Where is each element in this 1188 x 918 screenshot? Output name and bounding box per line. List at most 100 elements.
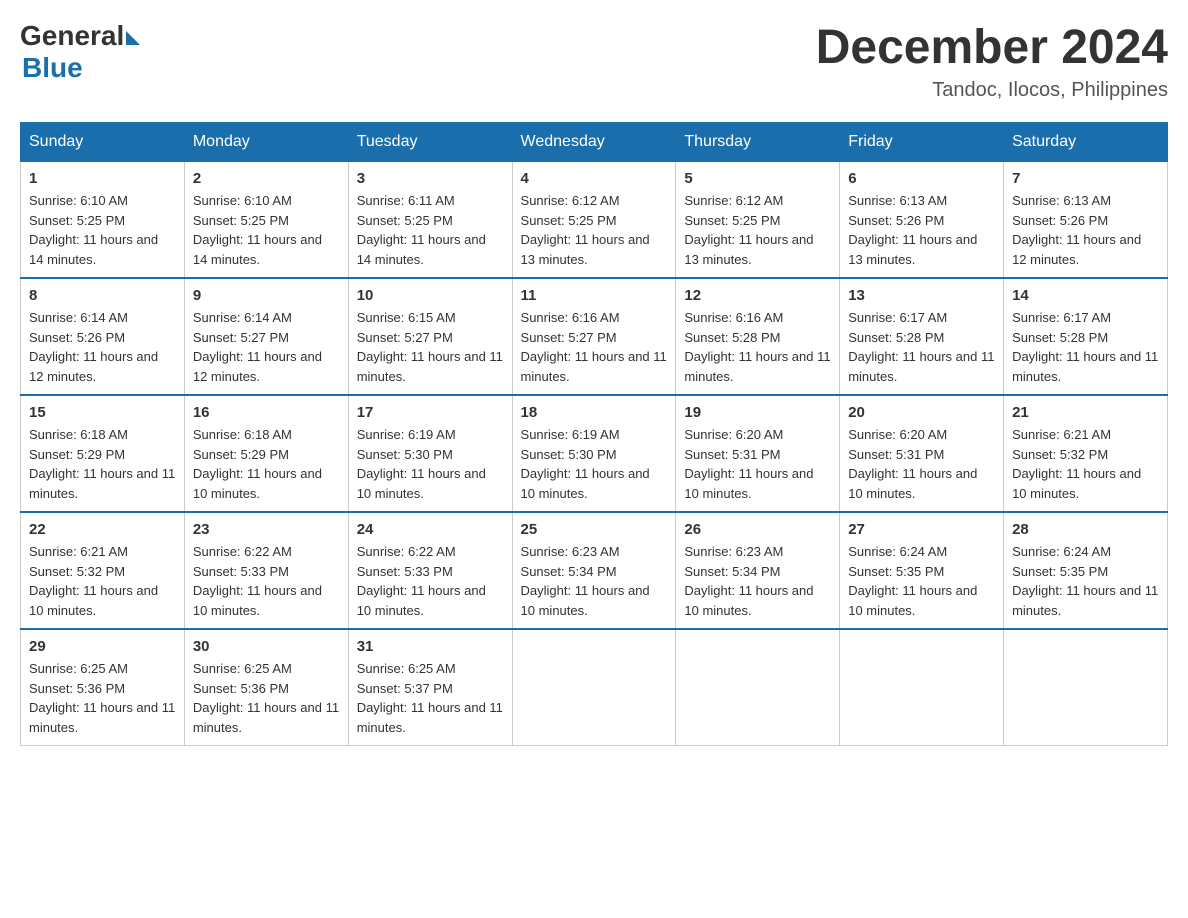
logo-general-text: General bbox=[20, 20, 124, 52]
calendar-day-cell: 23 Sunrise: 6:22 AMSunset: 5:33 PMDayligh… bbox=[184, 512, 348, 629]
calendar-day-cell: 29 Sunrise: 6:25 AMSunset: 5:36 PMDayligh… bbox=[21, 629, 185, 746]
day-number: 23 bbox=[193, 521, 340, 538]
calendar-day-cell: 17Sunrise: 6:19 AMSunset: 5:30 PMDayligh… bbox=[348, 395, 512, 512]
day-info: Sunrise: 6:19 AMSunset: 5:30 PMDaylight:… bbox=[521, 425, 668, 503]
logo-triangle-icon bbox=[126, 31, 140, 45]
day-info: Sunrise: 6:16 AMSunset: 5:27 PMDaylight:… bbox=[521, 308, 668, 386]
day-info: Sunrise: 6:17 AMSunset: 5:28 PMDaylight:… bbox=[848, 308, 995, 386]
calendar-table: SundayMondayTuesdayWednesdayThursdayFrid… bbox=[20, 122, 1168, 746]
calendar-week-row: 15Sunrise: 6:18 AMSunset: 5:29 PMDayligh… bbox=[21, 395, 1168, 512]
day-info: Sunrise: 6:14 AMSunset: 5:26 PMDaylight:… bbox=[29, 308, 176, 386]
day-number: 14 bbox=[1012, 287, 1159, 304]
day-number: 11 bbox=[521, 287, 668, 304]
calendar-day-cell: 19 Sunrise: 6:20 AMSunset: 5:31 PMDayligh… bbox=[676, 395, 840, 512]
day-info: Sunrise: 6:11 AMSunset: 5:25 PMDaylight:… bbox=[357, 191, 504, 269]
logo-blue-text: Blue bbox=[22, 52, 83, 84]
day-number: 24 bbox=[357, 521, 504, 538]
day-number: 8 bbox=[29, 287, 176, 304]
calendar-day-cell: 6 Sunrise: 6:13 AMSunset: 5:26 PMDaylight… bbox=[840, 162, 1004, 279]
calendar-week-row: 8 Sunrise: 6:14 AMSunset: 5:26 PMDaylight… bbox=[21, 278, 1168, 395]
day-number: 21 bbox=[1012, 404, 1159, 421]
calendar-day-cell: 16 Sunrise: 6:18 AMSunset: 5:29 PMDayligh… bbox=[184, 395, 348, 512]
calendar-day-header: Sunday bbox=[21, 123, 185, 162]
logo: General Blue bbox=[20, 20, 140, 84]
calendar-day-cell: 14 Sunrise: 6:17 AMSunset: 5:28 PMDayligh… bbox=[1004, 278, 1168, 395]
calendar-header-row: SundayMondayTuesdayWednesdayThursdayFrid… bbox=[21, 123, 1168, 162]
day-number: 28 bbox=[1012, 521, 1159, 538]
day-info: Sunrise: 6:10 AMSunset: 5:25 PMDaylight:… bbox=[29, 191, 176, 269]
day-info: Sunrise: 6:13 AMSunset: 5:26 PMDaylight:… bbox=[848, 191, 995, 269]
day-number: 3 bbox=[357, 170, 504, 187]
day-info: Sunrise: 6:16 AMSunset: 5:28 PMDaylight:… bbox=[684, 308, 831, 386]
day-info: Sunrise: 6:13 AMSunset: 5:26 PMDaylight:… bbox=[1012, 191, 1159, 269]
calendar-day-header: Thursday bbox=[676, 123, 840, 162]
day-number: 18 bbox=[521, 404, 668, 421]
day-info: Sunrise: 6:12 AMSunset: 5:25 PMDaylight:… bbox=[684, 191, 831, 269]
calendar-day-cell bbox=[512, 629, 676, 746]
title-section: December 2024 Tandoc, Ilocos, Philippine… bbox=[816, 20, 1168, 102]
day-number: 7 bbox=[1012, 170, 1159, 187]
day-number: 27 bbox=[848, 521, 995, 538]
day-info: Sunrise: 6:15 AMSunset: 5:27 PMDaylight:… bbox=[357, 308, 504, 386]
calendar-day-cell bbox=[840, 629, 1004, 746]
month-year-title: December 2024 bbox=[816, 20, 1168, 75]
calendar-day-cell: 26 Sunrise: 6:23 AMSunset: 5:34 PMDayligh… bbox=[676, 512, 840, 629]
calendar-day-cell: 1Sunrise: 6:10 AMSunset: 5:25 PMDaylight… bbox=[21, 162, 185, 279]
page-header: General Blue December 2024 Tandoc, Iloco… bbox=[20, 20, 1168, 102]
calendar-day-cell: 30 Sunrise: 6:25 AMSunset: 5:36 PMDayligh… bbox=[184, 629, 348, 746]
day-info: Sunrise: 6:24 AMSunset: 5:35 PMDaylight:… bbox=[1012, 542, 1159, 620]
calendar-day-cell: 24Sunrise: 6:22 AMSunset: 5:33 PMDayligh… bbox=[348, 512, 512, 629]
calendar-day-cell: 28 Sunrise: 6:24 AMSunset: 5:35 PMDayligh… bbox=[1004, 512, 1168, 629]
calendar-day-cell: 12Sunrise: 6:16 AMSunset: 5:28 PMDayligh… bbox=[676, 278, 840, 395]
calendar-day-cell: 10Sunrise: 6:15 AMSunset: 5:27 PMDayligh… bbox=[348, 278, 512, 395]
day-info: Sunrise: 6:10 AMSunset: 5:25 PMDaylight:… bbox=[193, 191, 340, 269]
day-info: Sunrise: 6:20 AMSunset: 5:31 PMDaylight:… bbox=[684, 425, 831, 503]
day-info: Sunrise: 6:19 AMSunset: 5:30 PMDaylight:… bbox=[357, 425, 504, 503]
day-number: 16 bbox=[193, 404, 340, 421]
day-number: 6 bbox=[848, 170, 995, 187]
calendar-day-header: Monday bbox=[184, 123, 348, 162]
calendar-day-cell: 21 Sunrise: 6:21 AMSunset: 5:32 PMDayligh… bbox=[1004, 395, 1168, 512]
day-number: 2 bbox=[193, 170, 340, 187]
day-info: Sunrise: 6:14 AMSunset: 5:27 PMDaylight:… bbox=[193, 308, 340, 386]
day-number: 5 bbox=[684, 170, 831, 187]
calendar-day-cell: 2 Sunrise: 6:10 AMSunset: 5:25 PMDaylight… bbox=[184, 162, 348, 279]
day-number: 29 bbox=[29, 638, 176, 655]
calendar-day-header: Tuesday bbox=[348, 123, 512, 162]
day-info: Sunrise: 6:23 AMSunset: 5:34 PMDaylight:… bbox=[684, 542, 831, 620]
calendar-day-header: Wednesday bbox=[512, 123, 676, 162]
calendar-day-cell: 4Sunrise: 6:12 AMSunset: 5:25 PMDaylight… bbox=[512, 162, 676, 279]
calendar-day-cell: 15Sunrise: 6:18 AMSunset: 5:29 PMDayligh… bbox=[21, 395, 185, 512]
day-number: 31 bbox=[357, 638, 504, 655]
calendar-week-row: 22Sunrise: 6:21 AMSunset: 5:32 PMDayligh… bbox=[21, 512, 1168, 629]
day-info: Sunrise: 6:18 AMSunset: 5:29 PMDaylight:… bbox=[29, 425, 176, 503]
day-info: Sunrise: 6:22 AMSunset: 5:33 PMDaylight:… bbox=[193, 542, 340, 620]
calendar-day-cell: 22Sunrise: 6:21 AMSunset: 5:32 PMDayligh… bbox=[21, 512, 185, 629]
day-number: 9 bbox=[193, 287, 340, 304]
day-info: Sunrise: 6:24 AMSunset: 5:35 PMDaylight:… bbox=[848, 542, 995, 620]
calendar-day-cell: 9 Sunrise: 6:14 AMSunset: 5:27 PMDaylight… bbox=[184, 278, 348, 395]
day-info: Sunrise: 6:18 AMSunset: 5:29 PMDaylight:… bbox=[193, 425, 340, 503]
calendar-week-row: 1Sunrise: 6:10 AMSunset: 5:25 PMDaylight… bbox=[21, 162, 1168, 279]
day-info: Sunrise: 6:21 AMSunset: 5:32 PMDaylight:… bbox=[1012, 425, 1159, 503]
calendar-day-cell: 3 Sunrise: 6:11 AMSunset: 5:25 PMDaylight… bbox=[348, 162, 512, 279]
calendar-day-header: Friday bbox=[840, 123, 1004, 162]
day-info: Sunrise: 6:25 AMSunset: 5:36 PMDaylight:… bbox=[29, 659, 176, 737]
calendar-day-cell: 27 Sunrise: 6:24 AMSunset: 5:35 PMDayligh… bbox=[840, 512, 1004, 629]
calendar-day-cell bbox=[676, 629, 840, 746]
calendar-day-cell: 8 Sunrise: 6:14 AMSunset: 5:26 PMDaylight… bbox=[21, 278, 185, 395]
calendar-day-cell: 31Sunrise: 6:25 AMSunset: 5:37 PMDayligh… bbox=[348, 629, 512, 746]
day-number: 26 bbox=[684, 521, 831, 538]
calendar-day-header: Saturday bbox=[1004, 123, 1168, 162]
day-number: 13 bbox=[848, 287, 995, 304]
location-subtitle: Tandoc, Ilocos, Philippines bbox=[816, 79, 1168, 102]
day-number: 25 bbox=[521, 521, 668, 538]
day-number: 22 bbox=[29, 521, 176, 538]
calendar-day-cell: 25Sunrise: 6:23 AMSunset: 5:34 PMDayligh… bbox=[512, 512, 676, 629]
day-info: Sunrise: 6:25 AMSunset: 5:36 PMDaylight:… bbox=[193, 659, 340, 737]
day-info: Sunrise: 6:17 AMSunset: 5:28 PMDaylight:… bbox=[1012, 308, 1159, 386]
day-number: 30 bbox=[193, 638, 340, 655]
calendar-day-cell: 5 Sunrise: 6:12 AMSunset: 5:25 PMDaylight… bbox=[676, 162, 840, 279]
day-number: 19 bbox=[684, 404, 831, 421]
day-number: 4 bbox=[521, 170, 668, 187]
